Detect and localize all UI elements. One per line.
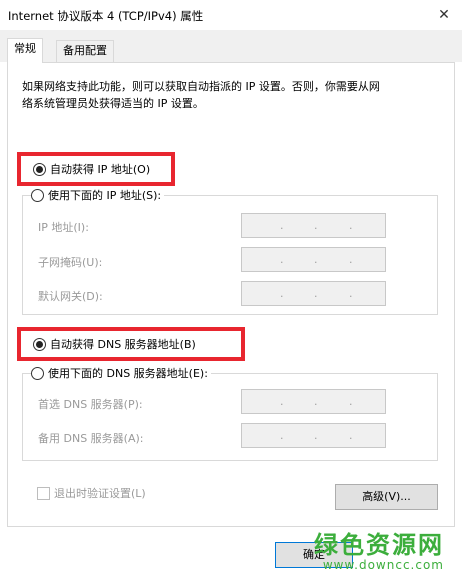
- radio-button-icon: [33, 162, 46, 176]
- title-bar: Internet 协议版本 4 (TCP/IPv4) 属性 ✕: [0, 0, 462, 30]
- advanced-button[interactable]: 高级(V)...: [335, 484, 438, 510]
- ip-address-input[interactable]: ...: [241, 213, 386, 238]
- watermark-brand: 绿色资源网: [314, 531, 444, 559]
- default-gateway-input[interactable]: ...: [241, 281, 386, 306]
- radio-auto-dns[interactable]: 自动获得 DNS 服务器地址(B): [33, 336, 196, 352]
- radio-manual-dns[interactable]: 使用下面的 DNS 服务器地址(E):: [31, 365, 211, 381]
- radio-auto-ip[interactable]: 自动获得 IP 地址(O): [33, 161, 150, 177]
- radio-button-icon: [33, 337, 46, 351]
- tab-alternate-configuration[interactable]: 备用配置: [56, 40, 114, 62]
- subnet-mask-label: 子网掩码(U):: [38, 256, 103, 269]
- close-icon[interactable]: ✕: [434, 5, 454, 25]
- ip-address-label: IP 地址(I):: [38, 221, 89, 234]
- radio-manual-ip-label: 使用下面的 IP 地址(S):: [48, 189, 162, 202]
- default-gateway-label: 默认网关(D):: [38, 290, 103, 303]
- preferred-dns-input[interactable]: ...: [241, 389, 386, 414]
- radio-manual-ip[interactable]: 使用下面的 IP 地址(S):: [31, 187, 165, 203]
- preferred-dns-label: 首选 DNS 服务器(P):: [38, 398, 143, 411]
- watermark-url: www.downcc.com: [322, 558, 444, 572]
- subnet-mask-input[interactable]: ...: [241, 247, 386, 272]
- site-watermark: 绿色资源网 www.downcc.com: [314, 525, 444, 572]
- radio-button-icon: [31, 366, 44, 380]
- radio-auto-ip-label: 自动获得 IP 地址(O): [50, 163, 151, 176]
- radio-auto-dns-label: 自动获得 DNS 服务器地址(B): [50, 338, 196, 351]
- description-line-1: 如果网络支持此功能，则可以获取自动指派的 IP 设置。否则，你需要从网: [22, 80, 380, 93]
- alternate-dns-label: 备用 DNS 服务器(A):: [38, 432, 144, 445]
- alternate-dns-input[interactable]: ...: [241, 423, 386, 448]
- checkbox-icon: [37, 486, 50, 500]
- validate-settings-checkbox[interactable]: 退出时验证设置(L): [37, 485, 146, 501]
- description-text: 如果网络支持此功能，则可以获取自动指派的 IP 设置。否则，你需要从网 络系统管…: [22, 78, 442, 112]
- tab-strip: 常规 备用配置: [0, 30, 462, 63]
- description-line-2: 络系统管理员处获得适当的 IP 设置。: [22, 97, 204, 110]
- radio-manual-dns-label: 使用下面的 DNS 服务器地址(E):: [48, 367, 208, 380]
- radio-button-icon: [31, 188, 44, 202]
- validate-settings-label: 退出时验证设置(L): [54, 487, 146, 500]
- tab-general[interactable]: 常规: [7, 38, 43, 63]
- window-title: Internet 协议版本 4 (TCP/IPv4) 属性: [8, 9, 204, 23]
